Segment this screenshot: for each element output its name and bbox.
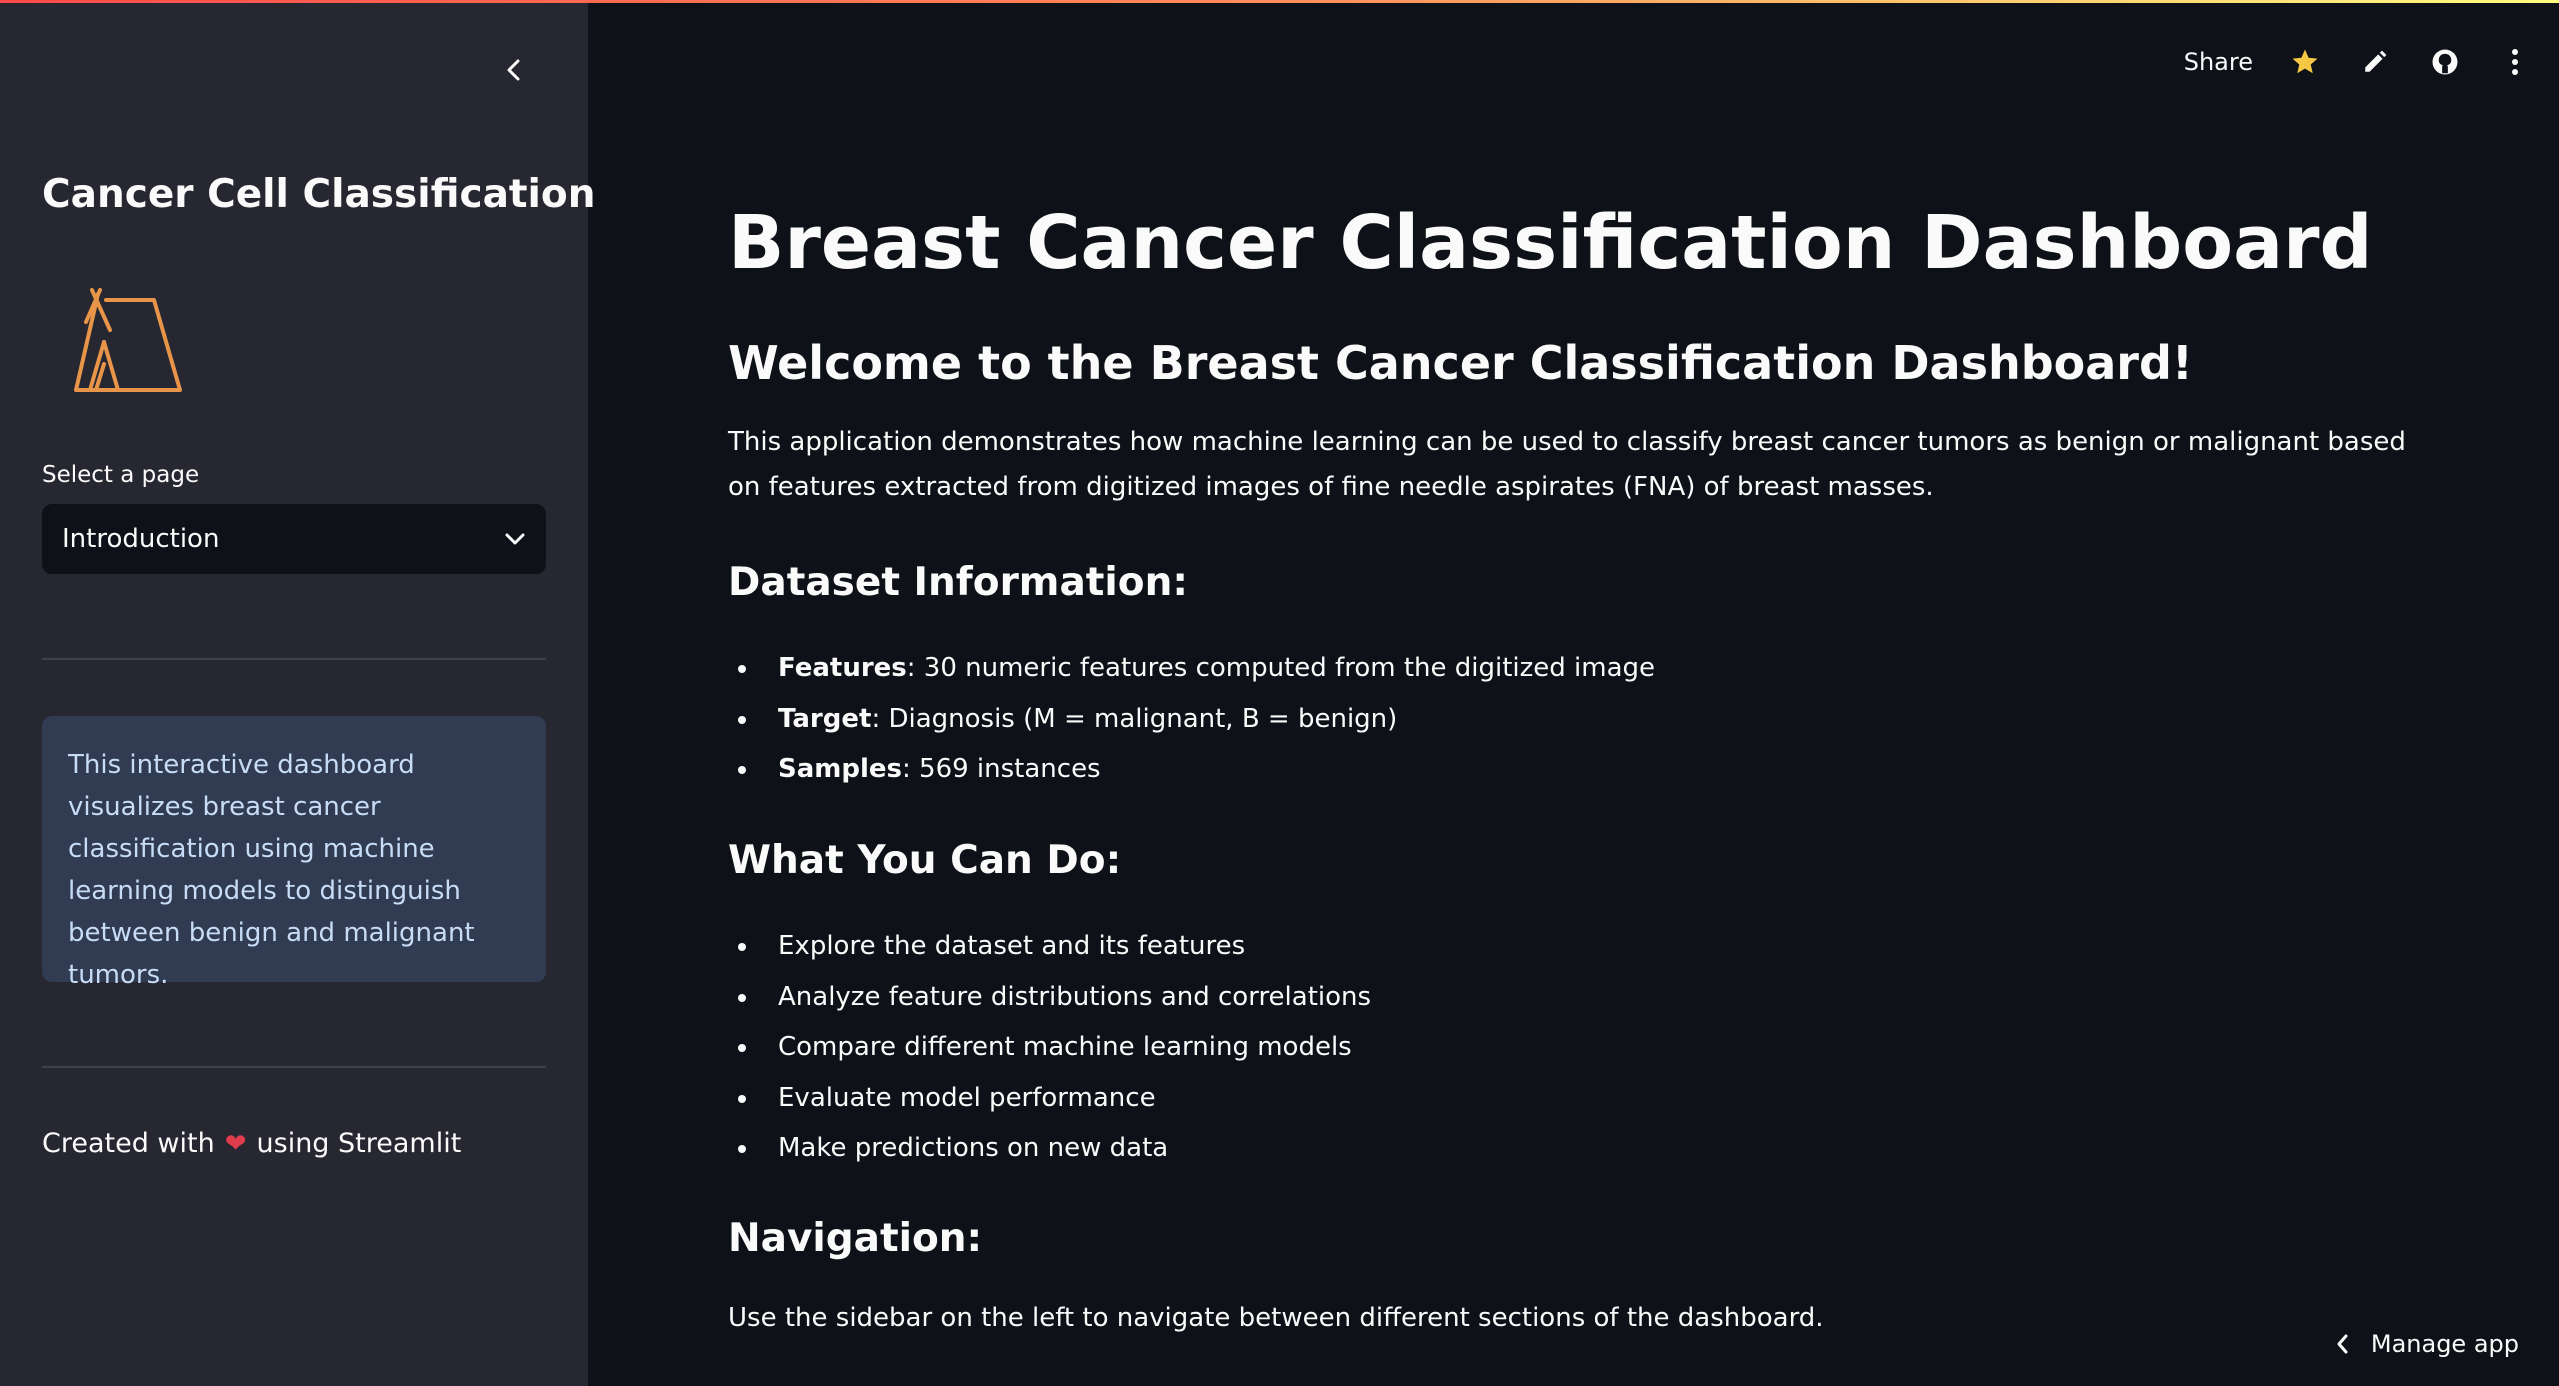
- footer-prefix: Created with: [42, 1128, 215, 1159]
- list-item: Explore the dataset and its features: [728, 921, 1371, 972]
- list-item: Samples: 569 instances: [728, 744, 1655, 795]
- sidebar-divider: [42, 658, 546, 660]
- list-item: Analyze feature distributions and correl…: [728, 972, 1371, 1023]
- footer-suffix: using Streamlit: [256, 1128, 462, 1159]
- item-text: : Diagnosis (M = malignant, B = benign): [871, 703, 1398, 734]
- sidebar-divider: [42, 1066, 546, 1068]
- chevron-left-icon: [2337, 1334, 2348, 1354]
- can-do-heading: What You Can Do:: [728, 838, 1122, 883]
- item-text: : 569 instances: [902, 754, 1101, 784]
- tent-logo-icon: [74, 288, 182, 392]
- item-label: Features: [778, 653, 907, 683]
- item-text: : 30 numeric features computed from the …: [906, 653, 1656, 683]
- navigation-heading: Navigation:: [728, 1216, 983, 1261]
- star-icon[interactable]: [2287, 44, 2323, 80]
- manage-app-label: Manage app: [2370, 1330, 2519, 1358]
- page-select[interactable]: Introduction: [42, 504, 546, 574]
- navigation-text: Use the sidebar on the left to navigate …: [728, 1303, 1824, 1333]
- welcome-heading: Welcome to the Breast Cancer Classificat…: [728, 336, 2193, 390]
- more-menu-icon[interactable]: [2497, 44, 2533, 80]
- sidebar-title: Cancer Cell Classification: [42, 172, 596, 217]
- list-item: Make predictions on new data: [728, 1123, 1371, 1174]
- page-select-value: Introduction: [62, 524, 220, 554]
- dataset-list: Features: 30 numeric features computed f…: [728, 643, 1655, 795]
- list-item: Compare different machine learning model…: [728, 1022, 1371, 1073]
- can-do-list: Explore the dataset and its features Ana…: [728, 921, 1371, 1174]
- dataset-heading: Dataset Information:: [728, 560, 1188, 605]
- select-page-label: Select a page: [42, 462, 200, 488]
- github-icon[interactable]: [2427, 44, 2463, 80]
- edit-pencil-icon[interactable]: [2357, 44, 2393, 80]
- info-box: This interactive dashboard visualizes br…: [42, 716, 546, 990]
- page-title: Breast Cancer Classification Dashboard: [728, 200, 2373, 286]
- heart-icon: ❤: [224, 1128, 247, 1159]
- intro-paragraph: This application demonstrates how machin…: [728, 427, 2406, 502]
- collapse-sidebar-button[interactable]: [496, 52, 532, 88]
- manage-app-button[interactable]: Manage app: [2335, 1330, 2519, 1358]
- item-label: Target: [778, 703, 872, 734]
- top-decoration-bar: [0, 0, 2559, 3]
- item-label: Samples: [778, 754, 902, 784]
- chevron-left-icon: [507, 59, 520, 81]
- chevron-down-icon: [505, 533, 525, 545]
- list-item: Evaluate model performance: [728, 1073, 1371, 1124]
- header-toolbar: Share: [2184, 36, 2559, 88]
- sidebar: Cancer Cell Classification Select a page…: [0, 0, 595, 1386]
- list-item: Target: Diagnosis (M = malignant, B = be…: [728, 694, 1655, 745]
- share-button[interactable]: Share: [2184, 48, 2253, 76]
- list-item: Features: 30 numeric features computed f…: [728, 643, 1655, 694]
- sidebar-footer: Created with ❤ using Streamlit: [42, 1128, 461, 1159]
